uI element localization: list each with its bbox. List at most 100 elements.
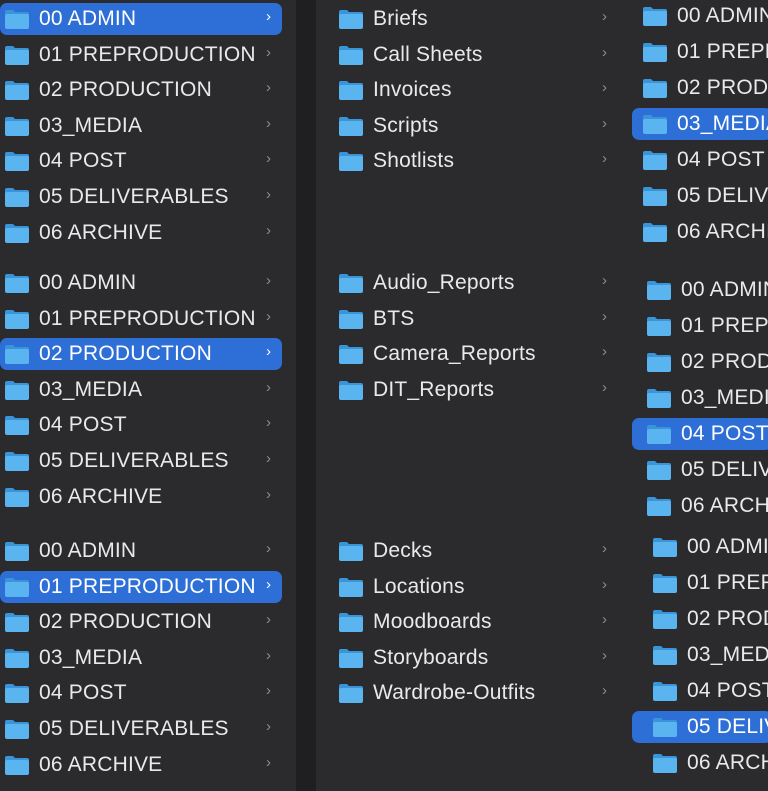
folder-row[interactable]: 05 DELIVERABLES: [632, 454, 768, 486]
folder-row[interactable]: 00 ADMIN: [632, 531, 768, 563]
folder-row[interactable]: 01 PREPRODUCTION: [632, 567, 768, 599]
folder-label: Scripts: [373, 113, 439, 137]
folder-row[interactable]: 02 PRODUCTION ›: [0, 338, 282, 371]
chevron-right-icon: ›: [266, 150, 271, 168]
chevron-right-icon: ›: [266, 114, 271, 132]
folder-row[interactable]: 05 DELIVERABLES ›: [0, 713, 282, 745]
folder-row[interactable]: 03_MEDIA ›: [0, 110, 282, 142]
folder-row[interactable]: 01 PREPRODUCTION ›: [0, 39, 282, 71]
folder-row[interactable]: 06 ARCHIVE ›: [0, 749, 282, 781]
folder-icon: [642, 77, 668, 99]
folder-icon: [646, 351, 672, 373]
folder-icon: [4, 186, 30, 208]
folder-row[interactable]: 01 PREPRODUCTION ›: [0, 303, 282, 335]
folder-row[interactable]: Locations ›: [316, 571, 616, 603]
folder-row[interactable]: 00 ADMIN ›: [0, 3, 282, 35]
folder-row[interactable]: 00 ADMIN: [632, 274, 768, 306]
folder-icon: [652, 536, 678, 558]
folder-icon: [646, 423, 672, 445]
folder-label: 00 ADMIN: [687, 535, 768, 558]
folder-icon: [4, 308, 30, 330]
folder-label: 02 PRODUCTION: [39, 342, 212, 366]
folder-row[interactable]: 04 POST ›: [0, 677, 282, 709]
folder-row[interactable]: 00 ADMIN ›: [0, 267, 282, 299]
folder-row[interactable]: 02 PRODUCTION: [632, 603, 768, 635]
folder-row[interactable]: 02 PRODUCTION: [632, 346, 768, 378]
folder-row[interactable]: 02 PRODUCTION: [632, 72, 768, 104]
folder-row[interactable]: Shotlists ›: [316, 145, 616, 177]
folder-row[interactable]: Decks ›: [316, 535, 616, 567]
folder-row[interactable]: BTS ›: [316, 303, 616, 335]
folder-icon: [4, 150, 30, 172]
folder-icon: [652, 572, 678, 594]
folder-icon: [338, 8, 364, 30]
folder-icon: [338, 150, 364, 172]
folder-row[interactable]: Invoices ›: [316, 74, 616, 106]
folder-row[interactable]: 06 ARCHIVE: [632, 747, 768, 779]
chevron-right-icon: ›: [602, 343, 607, 361]
folder-label: 01 PREPRODUCTION: [39, 42, 256, 66]
chevron-right-icon: ›: [266, 540, 271, 557]
folder-icon: [652, 644, 678, 666]
folder-row[interactable]: 04 POST ›: [0, 145, 282, 177]
folder-row[interactable]: 00 ADMIN: [632, 0, 768, 32]
folder-row[interactable]: 05 DELIVERABLES: [632, 711, 768, 743]
folder-row[interactable]: 03_MEDIA ›: [0, 374, 282, 406]
chevron-right-icon: ›: [266, 682, 271, 700]
folder-label: 03_MEDIA: [39, 645, 143, 669]
folder-row[interactable]: DIT_Reports ›: [316, 374, 616, 406]
folder-row[interactable]: Call Sheets ›: [316, 39, 616, 71]
folder-icon: [338, 611, 364, 633]
left-column: 00 ADMIN › 01 PREPRODUCTION › 02 PRODUCTION ›…: [0, 0, 296, 791]
folder-row[interactable]: 03_MEDIA: [632, 639, 768, 671]
folder-row[interactable]: 01 PREPRODUCTION: [632, 36, 768, 68]
chevron-right-icon: ›: [266, 343, 271, 361]
column-divider[interactable]: [296, 0, 316, 791]
folder-row[interactable]: 00 ADMIN ›: [0, 535, 282, 567]
folder-label: 00 ADMIN: [39, 7, 137, 30]
folder-row[interactable]: 05 DELIVERABLES: [632, 180, 768, 212]
folder-icon: [652, 680, 678, 702]
folder-row[interactable]: Camera_Reports ›: [316, 338, 616, 370]
folder-row[interactable]: 03_MEDIA: [632, 382, 768, 414]
folder-row[interactable]: 06 ARCHIVE ›: [0, 217, 282, 249]
folder-label: 02 PRODUCTION: [39, 610, 212, 634]
folder-row[interactable]: Storyboards ›: [316, 642, 616, 674]
folder-icon: [4, 718, 30, 740]
folder-row[interactable]: 04 POST: [632, 144, 768, 176]
folder-row[interactable]: Moodboards ›: [316, 606, 616, 638]
folder-row[interactable]: 06 ARCHIVE: [632, 490, 768, 522]
folder-icon: [4, 540, 30, 562]
folder-icon: [642, 149, 668, 171]
folder-row[interactable]: Briefs ›: [316, 3, 616, 35]
folder-row[interactable]: 06 ARCHIVE ›: [0, 481, 282, 513]
folder-label: Briefs: [373, 7, 428, 30]
folder-icon: [4, 414, 30, 436]
folder-row[interactable]: 02 PRODUCTION ›: [0, 606, 282, 638]
folder-label: Locations: [373, 574, 465, 598]
folder-icon: [646, 495, 672, 517]
folder-label: 06 ARCHIVE: [39, 484, 163, 508]
folder-row[interactable]: Audio_Reports ›: [316, 267, 616, 299]
folder-label: 05 DELIVERABLES: [39, 449, 229, 472]
folder-row[interactable]: Scripts ›: [316, 110, 616, 142]
chevron-right-icon: ›: [602, 682, 607, 700]
folder-label: 00 ADMIN: [39, 271, 137, 294]
folder-row[interactable]: 06 ARCHIVE: [632, 216, 768, 248]
folder-row[interactable]: Wardrobe-Outfits ›: [316, 677, 616, 709]
folder-row[interactable]: 03_MEDIA ›: [0, 642, 282, 674]
chevron-right-icon: ›: [602, 378, 607, 396]
folder-row[interactable]: 05 DELIVERABLES ›: [0, 445, 282, 477]
folder-row[interactable]: 01 PREPRODUCTION: [632, 310, 768, 342]
folder-row[interactable]: 04 POST: [632, 418, 768, 450]
folder-row[interactable]: 01 PREPRODUCTION ›: [0, 570, 282, 603]
folder-icon: [4, 647, 30, 669]
folder-label: 01 PREPRODUCTION: [687, 571, 768, 594]
chevron-right-icon: ›: [266, 414, 271, 432]
folder-icon: [338, 576, 364, 598]
folder-row[interactable]: 04 POST ›: [0, 409, 282, 441]
folder-row[interactable]: 02 PRODUCTION ›: [0, 74, 282, 106]
folder-row[interactable]: 04 POST: [632, 675, 768, 707]
folder-row[interactable]: 05 DELIVERABLES ›: [0, 181, 282, 213]
folder-row[interactable]: 03_MEDIA: [632, 108, 768, 140]
